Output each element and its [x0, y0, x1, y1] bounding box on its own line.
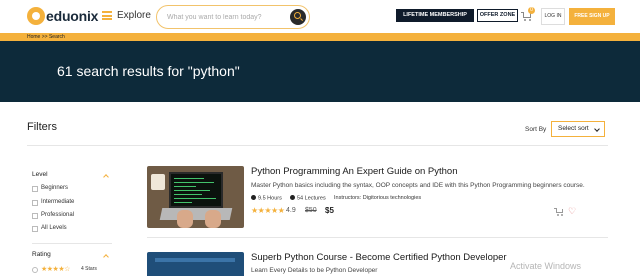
hand-image	[177, 210, 193, 228]
filters-title: Filters	[27, 121, 57, 133]
course-lectures: 54 Lectures	[290, 195, 326, 202]
wishlist-heart-icon[interactable]: ♡	[568, 207, 576, 216]
checkbox[interactable]	[32, 200, 38, 206]
eduonix-logo[interactable]: eduonix	[27, 7, 99, 27]
course-description: Learn Every Details to be Python Develop…	[251, 267, 378, 274]
sort-select-value: Select sort	[558, 125, 589, 132]
free-signup-button[interactable]: FREE SIGN UP	[569, 8, 615, 25]
activate-windows-watermark: Activate Windows	[510, 261, 582, 271]
search-icon[interactable]	[290, 9, 306, 25]
sidebar-divider	[32, 243, 112, 244]
top-navbar: eduonix Explore LIFETIME MEMBERSHIP OFFE…	[0, 0, 640, 33]
radio-button[interactable]	[32, 267, 38, 273]
offer-zone-button[interactable]: OFFER ZONE	[477, 9, 518, 22]
rating-filter-heading[interactable]: Rating	[32, 251, 51, 258]
checkbox[interactable]	[32, 213, 38, 219]
laptop-keyboard-image	[159, 208, 233, 220]
chevron-up-icon[interactable]	[103, 174, 109, 180]
checkbox[interactable]	[32, 186, 38, 192]
breadcrumb-bar: Home >> Search	[0, 33, 640, 41]
course-title[interactable]: Superb Python Course - Become Certified …	[251, 252, 507, 263]
results-count-heading: 61 search results for "python"	[57, 63, 240, 79]
add-to-cart-icon[interactable]	[554, 207, 564, 216]
hamburger-menu-icon[interactable]	[102, 11, 112, 20]
course-rating: 4.9	[286, 207, 296, 214]
filters-divider	[27, 145, 608, 146]
course-instructors: Instructors: Digitorious technologies	[334, 195, 422, 201]
coffee-cup-image	[151, 174, 165, 190]
level-filter-heading[interactable]: Level	[32, 171, 48, 178]
lifetime-membership-button[interactable]: LIFETIME MEMBERSHIP	[396, 9, 474, 22]
search-bar	[156, 5, 310, 29]
login-button[interactable]: LOG IN	[541, 8, 565, 25]
sort-by-label: Sort By	[525, 126, 547, 133]
breadcrumb[interactable]: Home >> Search	[27, 33, 65, 41]
original-price: $50	[305, 207, 317, 214]
sale-price: $5	[325, 206, 334, 215]
checkbox[interactable]	[32, 226, 38, 232]
star-rating-icon: ★★★★☆	[41, 266, 70, 273]
chevron-up-icon[interactable]	[103, 254, 109, 260]
clock-icon	[251, 195, 256, 200]
course-description: Master Python basics including the synta…	[251, 182, 585, 189]
star-rating-icon: ★★★★★	[251, 206, 285, 215]
card-divider	[147, 237, 608, 238]
search-input[interactable]	[167, 11, 287, 24]
course-hours: 9.5 Hours	[251, 195, 282, 202]
lectures-icon	[290, 195, 295, 200]
hand-image	[205, 210, 221, 228]
logo-text: eduonix	[46, 8, 99, 24]
cart-count-badge: 0	[528, 7, 535, 14]
chevron-down-icon	[594, 126, 600, 132]
explore-link[interactable]: Explore	[117, 10, 151, 21]
course-thumbnail[interactable]	[147, 252, 244, 276]
logo-mark-icon	[27, 7, 45, 25]
course-thumbnail[interactable]	[147, 166, 244, 228]
laptop-screen-image	[169, 172, 223, 208]
search-results-banner: 61 search results for "python"	[0, 41, 640, 102]
course-title[interactable]: Python Programming An Expert Guide on Py…	[251, 166, 457, 177]
sort-select[interactable]: Select sort	[551, 121, 605, 137]
